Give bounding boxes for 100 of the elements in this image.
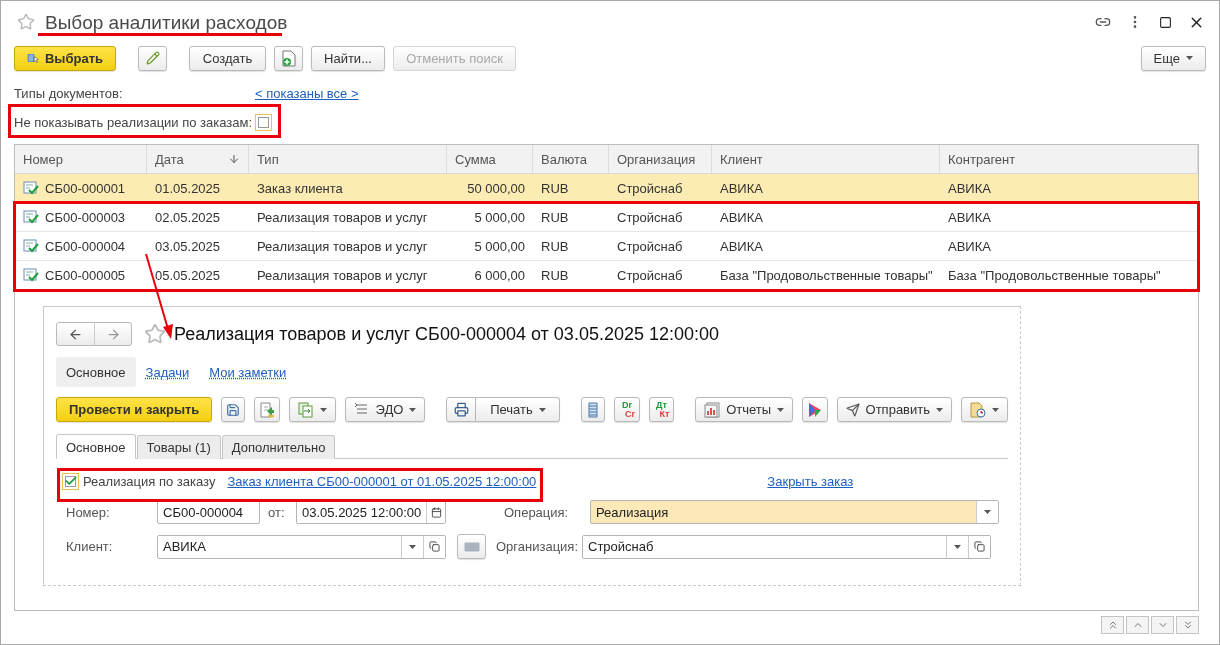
edit-button[interactable] (138, 45, 167, 71)
section-tab[interactable]: Основное (56, 357, 136, 387)
order-link[interactable]: Заказ клиента СБ00-000001 от 01.05.2025 12:00:00 (227, 473, 537, 489)
save-button[interactable] (221, 397, 246, 422)
add-document-button[interactable] (274, 45, 303, 71)
register-button[interactable] (581, 397, 606, 422)
caret-icon (1186, 56, 1193, 60)
print-menu-button[interactable]: Печать (476, 397, 561, 422)
column-header[interactable]: Номер (15, 145, 147, 173)
caret-icon (409, 544, 416, 549)
pencil-icon (145, 51, 160, 65)
document-types-link[interactable]: < показаны все > (255, 85, 359, 101)
table-cell: 05.05.2025 (155, 267, 221, 283)
column-header[interactable]: Клиент (712, 145, 940, 173)
open-button[interactable] (968, 535, 990, 558)
reports-button[interactable]: Отчеты (695, 397, 794, 422)
table-cell: СБ00-000005 (45, 267, 126, 283)
dropdown-button[interactable] (976, 501, 998, 523)
table-cell: Стройснаб (617, 238, 683, 254)
card-icon (463, 541, 480, 552)
calendar-icon (430, 506, 442, 518)
document-check-icon (23, 210, 39, 224)
number-field[interactable]: СБ00-000004 (157, 500, 260, 524)
table-cell: 50 000,00 (467, 180, 525, 196)
column-header[interactable]: Сумма (447, 145, 533, 173)
document-clock-button[interactable] (961, 397, 1008, 422)
open-icon (429, 541, 440, 552)
list-arrows-icon (353, 402, 370, 417)
share-button[interactable] (802, 397, 828, 422)
caret-icon (992, 407, 999, 412)
caret-icon (777, 407, 785, 412)
table-cell: Реализация товаров и услуг (257, 238, 428, 254)
client-label: Клиент: (66, 539, 114, 554)
by-order-checkbox[interactable] (62, 472, 79, 490)
table-cell: 03.05.2025 (155, 238, 221, 254)
table-cell: RUB (541, 180, 569, 196)
window-title: Выбор аналитики расходов (45, 12, 288, 32)
table-cell: Реализация товаров и услуг (257, 209, 428, 225)
table-cell: RUB (541, 209, 569, 225)
column-header[interactable]: Контрагент (940, 145, 1198, 173)
dr-cr-button[interactable]: Dr Cr (614, 397, 640, 422)
caret-icon (984, 510, 991, 514)
table-cell: Реализация товаров и услуг (257, 267, 428, 283)
form-tab[interactable]: Основное (56, 434, 136, 459)
by-order-label: Реализация по заказу (83, 473, 216, 489)
open-button[interactable] (423, 535, 445, 558)
back-forward-control[interactable] (56, 322, 132, 346)
select-button[interactable]: Выбрать (14, 45, 116, 71)
more-button[interactable]: Еще (1140, 45, 1206, 71)
create-button[interactable]: Создать (189, 45, 266, 71)
find-button[interactable]: Найти... (311, 45, 385, 71)
send-button[interactable]: Отправить (836, 397, 952, 422)
stacked-rows-icon (588, 401, 599, 418)
calendar-button[interactable] (426, 501, 445, 523)
save-icon (226, 402, 241, 417)
client-field[interactable]: АВИКА (157, 534, 446, 559)
post-and-close-button[interactable]: Провести и закрыть (56, 397, 213, 422)
hide-sales-checkbox[interactable] (255, 113, 273, 131)
table-row[interactable]: СБ00-000001 01.05.2025 Заказ клиента 50 000,00 RUB Стройснаб АВИКА АВИКА (15, 174, 1198, 203)
form-tab[interactable]: Дополнительно (221, 435, 336, 459)
page-down-button[interactable] (1151, 616, 1174, 634)
send-icon (845, 402, 860, 417)
column-header[interactable]: Валюта (533, 145, 609, 173)
print-button[interactable] (446, 397, 477, 422)
section-tab[interactable]: Задачи (135, 357, 200, 387)
post-button[interactable] (254, 397, 280, 422)
form-tab[interactable]: Товары (1) (136, 435, 221, 459)
column-header[interactable]: Дата (147, 145, 249, 173)
colored-triangles-icon (807, 401, 822, 418)
table-cell: Заказ клиента (257, 180, 343, 196)
organization-label: Организация: (496, 539, 580, 554)
date-label: от: (268, 504, 286, 520)
table-cell: СБ00-000001 (45, 180, 126, 196)
document-clock-icon (970, 401, 986, 418)
edo-button[interactable]: ЭДО (344, 397, 426, 422)
caret-icon (936, 407, 943, 412)
close-order-link[interactable]: Закрыть заказ (767, 473, 854, 489)
section-tab[interactable]: Мои заметки (199, 357, 297, 387)
operation-field[interactable]: Реализация (590, 500, 999, 524)
first-page-button[interactable] (1101, 616, 1124, 634)
document-plus-icon (281, 49, 296, 67)
last-page-button[interactable] (1176, 616, 1199, 634)
hide-sales-label: Не показывать реализации по заказам: (14, 114, 253, 130)
table-cell: Стройснаб (617, 180, 683, 196)
document-arrow-icon (258, 401, 275, 418)
dt-kt-button[interactable]: Дт Кт (648, 397, 675, 422)
table-cell: 5 000,00 (474, 209, 525, 225)
table-cell: 01.05.2025 (155, 180, 221, 196)
date-field[interactable]: 03.05.2025 12:00:00 (296, 500, 446, 524)
table-cell: АВИКА (720, 180, 763, 196)
document-check-icon (23, 268, 39, 282)
table-cell: АВИКА (720, 238, 763, 254)
column-header[interactable]: Организация (609, 145, 712, 173)
card-button[interactable] (457, 534, 486, 559)
create-based-on-button[interactable] (288, 397, 336, 422)
column-header[interactable]: Тип (249, 145, 447, 173)
table-cell: База "Продовольственные товары" (948, 267, 1161, 283)
page-up-button[interactable] (1126, 616, 1149, 634)
table-cell: 5 000,00 (474, 238, 525, 254)
organization-field[interactable]: Стройснаб (582, 534, 991, 559)
